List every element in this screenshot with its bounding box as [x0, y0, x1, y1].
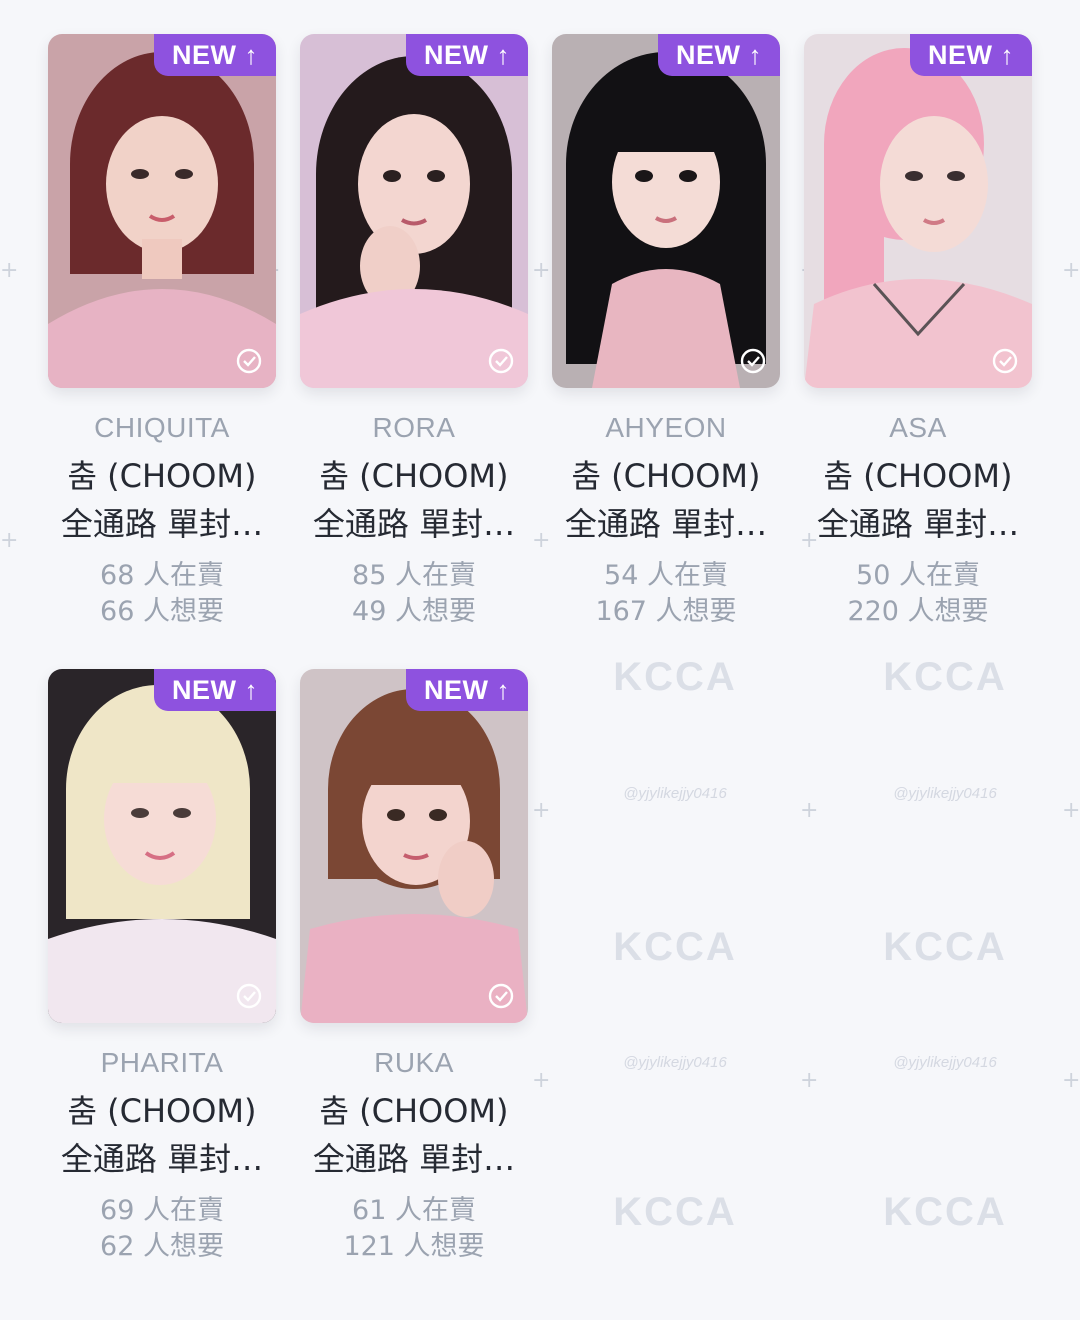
release-subtitle: 全通路 單封… — [564, 505, 768, 543]
arrow-up-icon: ↑ — [244, 675, 258, 705]
member-name: RORA — [372, 412, 456, 443]
new-badge: NEW ↑ — [406, 669, 528, 711]
arrow-up-icon: ↑ — [244, 40, 258, 70]
wanting-count: 49 人想要 — [352, 596, 476, 627]
check-circle-icon[interactable] — [992, 348, 1018, 374]
photocard-item[interactable]: NEW ↑ ASA 춤 (CHOOM) 全通路 單封… 50 人在賣 220 人… — [804, 34, 1032, 630]
selling-count: 85 人在賣 — [352, 560, 476, 591]
check-circle-icon[interactable] — [236, 983, 262, 1009]
new-badge-label: NEW — [172, 39, 237, 70]
card-stats: 69 人在賣 62 人想要 — [48, 1193, 276, 1265]
photocard-image[interactable]: NEW ↑ — [48, 34, 276, 388]
card-stats: 54 人在賣 167 人想要 — [552, 558, 780, 630]
photocard-grid: NEW ↑ CHIQUITA 춤 (CHOOM) 全通路 單封… 68 人在賣 … — [0, 0, 1080, 1320]
selling-count: 61 人在賣 — [352, 1195, 476, 1226]
wanting-count: 121 人想要 — [343, 1231, 485, 1262]
release-subtitle: 全通路 單封… — [816, 505, 1020, 543]
wanting-count: 66 人想要 — [100, 596, 224, 627]
photocard-image[interactable]: NEW ↑ — [552, 34, 780, 388]
release-title: 춤 (CHOOM) — [571, 457, 761, 495]
selling-count: 69 人在賣 — [100, 1195, 224, 1226]
new-badge-label: NEW — [424, 39, 489, 70]
member-name: RUKA — [374, 1047, 454, 1078]
photocard-item[interactable]: NEW ↑ PHARITA 춤 (CHOOM) 全通路 單封… 69 人在賣 6… — [48, 669, 276, 1265]
member-name: ASA — [889, 412, 947, 443]
check-circle-icon[interactable] — [236, 348, 262, 374]
check-circle-icon[interactable] — [488, 983, 514, 1009]
release-subtitle: 全通路 單封… — [312, 1140, 516, 1178]
release-title: 춤 (CHOOM) — [67, 457, 257, 495]
card-stats: 61 人在賣 121 人想要 — [300, 1193, 528, 1265]
photocard-image[interactable]: NEW ↑ — [300, 34, 528, 388]
photocard-image[interactable]: NEW ↑ — [804, 34, 1032, 388]
new-badge-label: NEW — [424, 674, 489, 705]
release-title: 춤 (CHOOM) — [823, 457, 1013, 495]
member-name: CHIQUITA — [94, 412, 230, 443]
new-badge: NEW ↑ — [406, 34, 528, 76]
photocard-item[interactable]: NEW ↑ AHYEON 춤 (CHOOM) 全通路 單封… 54 人在賣 16… — [552, 34, 780, 630]
new-badge-label: NEW — [172, 674, 237, 705]
new-badge: NEW ↑ — [154, 34, 276, 76]
card-stats: 68 人在賣 66 人想要 — [48, 558, 276, 630]
new-badge-label: NEW — [928, 39, 993, 70]
check-circle-icon[interactable] — [740, 348, 766, 374]
selling-count: 68 人在賣 — [100, 560, 224, 591]
check-circle-icon[interactable] — [488, 348, 514, 374]
photocard-item[interactable]: NEW ↑ CHIQUITA 춤 (CHOOM) 全通路 單封… 68 人在賣 … — [48, 34, 276, 630]
arrow-up-icon: ↑ — [1000, 40, 1014, 70]
new-badge: NEW ↑ — [910, 34, 1032, 76]
wanting-count: 220 人想要 — [847, 596, 989, 627]
photocard-item[interactable]: NEW ↑ RUKA 춤 (CHOOM) 全通路 單封… 61 人在賣 121 … — [300, 669, 528, 1265]
card-stats: 85 人在賣 49 人想要 — [300, 558, 528, 630]
arrow-up-icon: ↑ — [496, 675, 510, 705]
release-subtitle: 全通路 單封… — [312, 505, 516, 543]
arrow-up-icon: ↑ — [748, 40, 762, 70]
wanting-count: 167 人想要 — [595, 596, 737, 627]
arrow-up-icon: ↑ — [496, 40, 510, 70]
release-title: 춤 (CHOOM) — [319, 1092, 509, 1130]
release-title: 춤 (CHOOM) — [67, 1092, 257, 1130]
photocard-image[interactable]: NEW ↑ — [300, 669, 528, 1023]
new-badge: NEW ↑ — [658, 34, 780, 76]
release-subtitle: 全通路 單封… — [60, 505, 264, 543]
selling-count: 54 人在賣 — [604, 560, 728, 591]
photocard-image[interactable]: NEW ↑ — [48, 669, 276, 1023]
card-stats: 50 人在賣 220 人想要 — [804, 558, 1032, 630]
new-badge-label: NEW — [676, 39, 741, 70]
wanting-count: 62 人想要 — [100, 1231, 224, 1262]
release-title: 춤 (CHOOM) — [319, 457, 509, 495]
photocard-item[interactable]: NEW ↑ RORA 춤 (CHOOM) 全通路 單封… 85 人在賣 49 人… — [300, 34, 528, 630]
member-name: PHARITA — [100, 1047, 224, 1078]
new-badge: NEW ↑ — [154, 669, 276, 711]
selling-count: 50 人在賣 — [856, 560, 980, 591]
member-name: AHYEON — [605, 412, 727, 443]
release-subtitle: 全通路 單封… — [60, 1140, 264, 1178]
